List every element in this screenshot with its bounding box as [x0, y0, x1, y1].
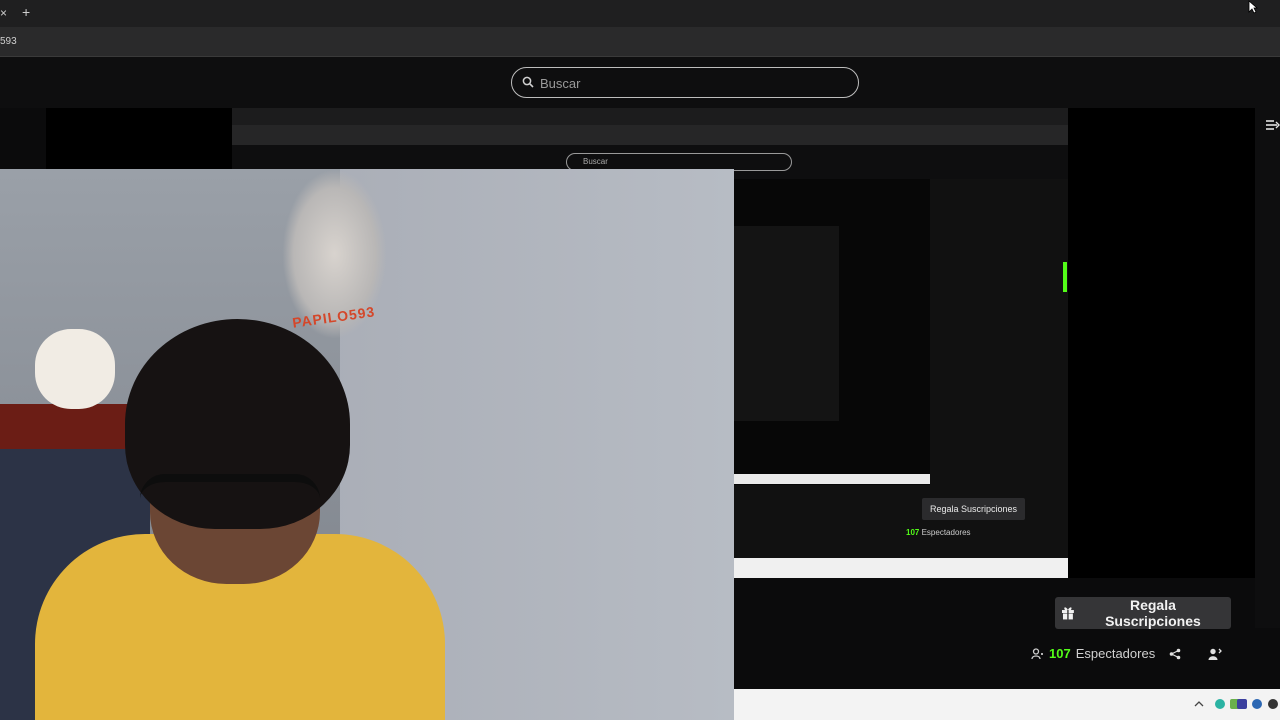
follow-icon[interactable] — [1208, 648, 1222, 660]
gift-icon — [1061, 607, 1074, 620]
viewer-count: 107 Espectadores — [1031, 646, 1155, 661]
tab-close-icon[interactable]: × — [0, 6, 7, 20]
new-tab-icon[interactable]: + — [22, 4, 30, 20]
share-icon[interactable] — [1169, 648, 1181, 660]
tray-app-icon[interactable] — [1237, 699, 1247, 709]
plush-toy — [35, 329, 115, 409]
chevron-up-icon[interactable] — [1194, 700, 1204, 708]
nested-taskbar — [734, 558, 1068, 578]
webcam-overlay: PAPILO593 — [0, 169, 734, 720]
address-text: 593 — [0, 36, 17, 47]
deeper-nested-capture — [734, 226, 839, 421]
chat-panel — [1255, 108, 1280, 628]
browser-tabbar: × + — [0, 0, 1280, 27]
search-bar[interactable] — [511, 67, 859, 99]
tray-app-icon[interactable] — [1252, 699, 1262, 709]
tray-app-icon[interactable] — [1268, 699, 1278, 709]
address-bar[interactable]: 593 — [0, 27, 1280, 57]
viewer-count-number: 107 — [1049, 646, 1071, 661]
deeper-nested-taskbar — [734, 474, 930, 484]
nested-tabbar — [232, 108, 1068, 125]
viewer-count-label: Espectadores — [1075, 646, 1156, 661]
person-glasses — [140, 474, 320, 524]
os-taskbar — [734, 689, 1280, 720]
gift-subscriptions-button[interactable]: Regala Suscripciones — [1055, 597, 1231, 629]
mouse-cursor-icon — [1248, 0, 1258, 14]
nested-viewer-label: Espectadores — [921, 528, 971, 537]
chat-accent-line — [1063, 262, 1067, 292]
gift-button-label: Regala Suscripciones — [1105, 597, 1201, 629]
collapse-panel-icon[interactable] — [1265, 118, 1280, 132]
nested-viewer-count: 107 — [906, 528, 920, 537]
tray-app-icon[interactable] — [1215, 699, 1225, 709]
nested-viewers: 107 Espectadores — [906, 528, 971, 537]
search-input[interactable] — [538, 68, 842, 99]
nested-address-bar — [232, 125, 1068, 145]
search-icon — [522, 76, 534, 88]
nested-gift-button: Regala Suscripciones — [922, 498, 1026, 520]
nested-gift-label: Regala Suscripciones — [930, 504, 1018, 514]
site-header — [0, 57, 1280, 108]
viewers-icon — [1031, 647, 1043, 659]
